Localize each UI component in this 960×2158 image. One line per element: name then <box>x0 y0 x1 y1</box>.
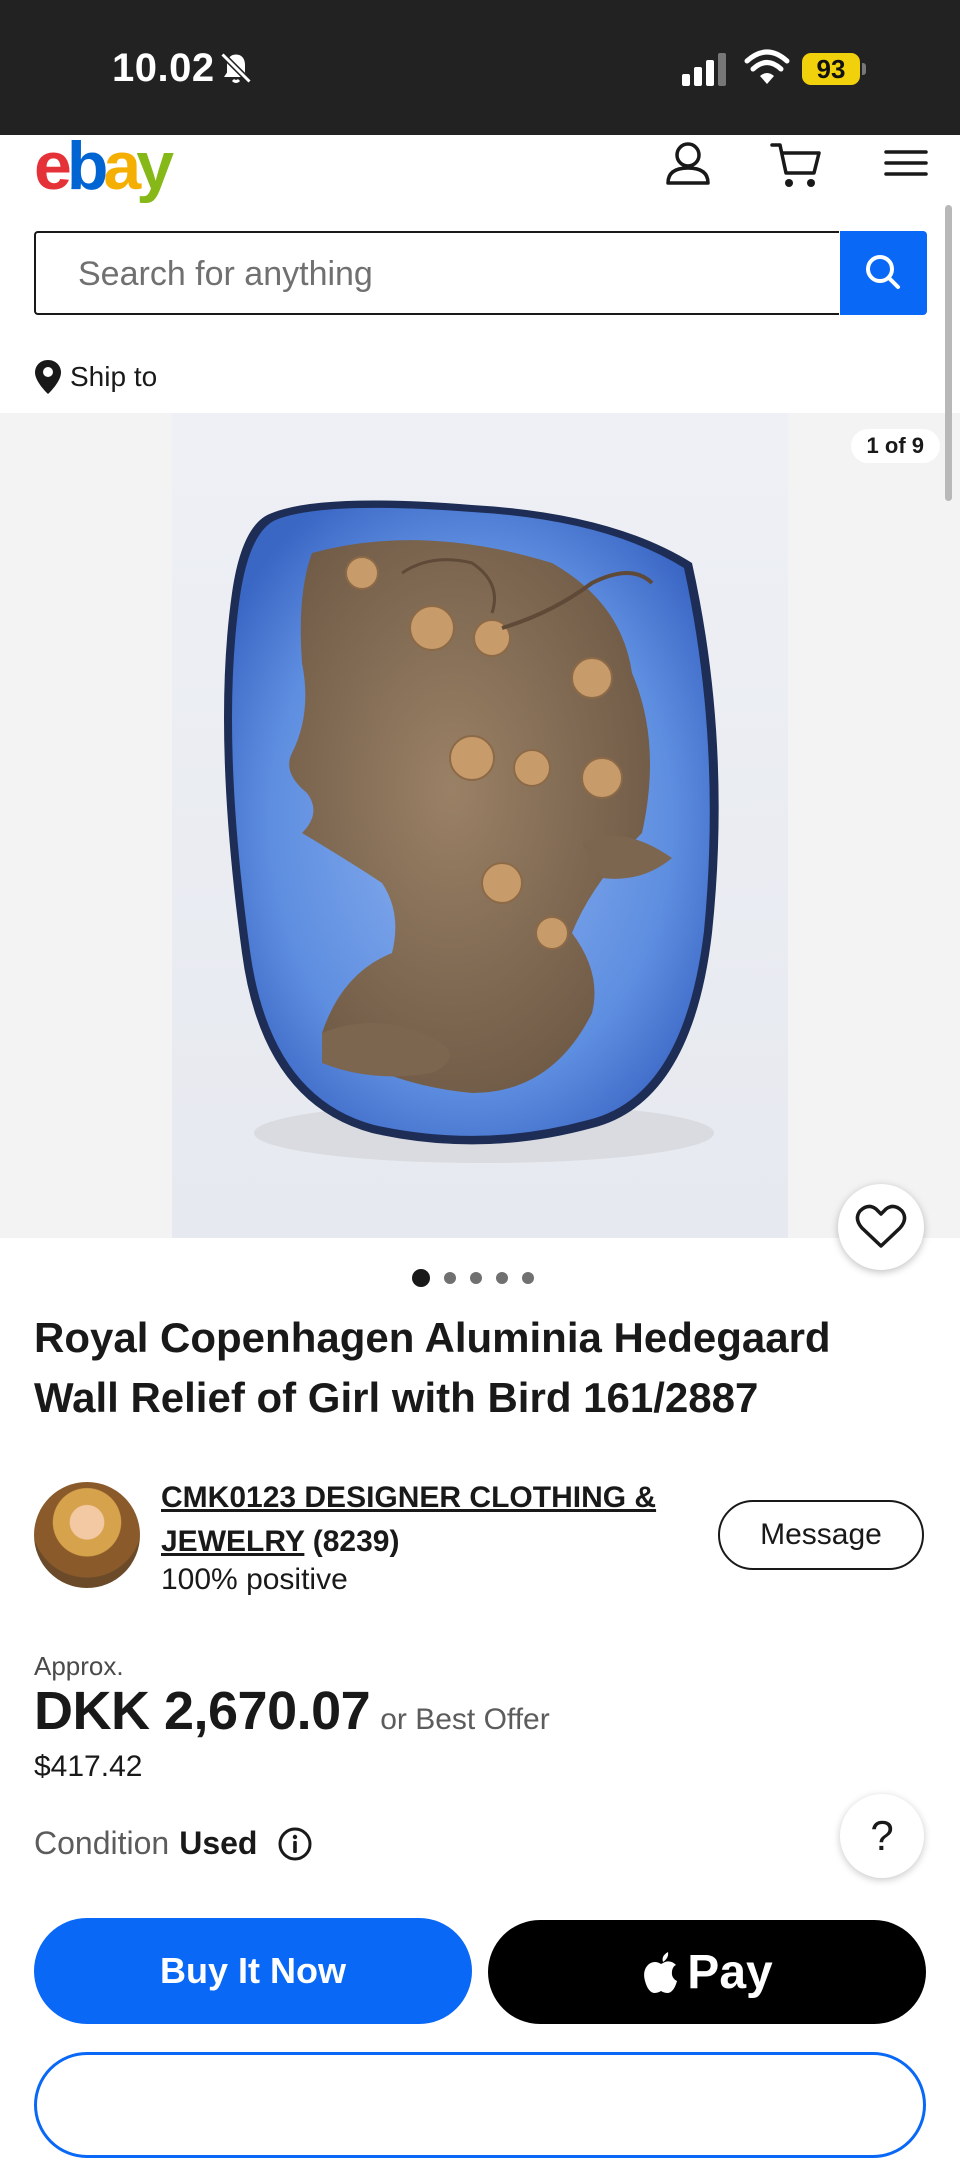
location-pin-icon <box>35 360 61 394</box>
best-offer-label: or Best Offer <box>380 1703 550 1736</box>
approx-label: Approx. <box>34 1651 124 1681</box>
seller-avatar[interactable] <box>34 1482 140 1588</box>
battery-level: 93 <box>802 53 860 85</box>
condition-row: Condition Used <box>34 1825 313 1862</box>
heart-icon <box>855 1204 907 1248</box>
seller-name-line2[interactable]: JEWELRY <box>161 1525 304 1558</box>
condition-value: Used <box>179 1825 258 1861</box>
price-row: DKK 2,670.07 or Best Offer <box>34 1680 550 1742</box>
pagination-dot[interactable] <box>522 1272 534 1284</box>
menu-icon[interactable] <box>876 135 936 195</box>
ebay-logo[interactable]: ebay <box>34 127 174 205</box>
gallery-pagination[interactable] <box>412 1269 534 1287</box>
condition-label: Condition <box>34 1825 170 1861</box>
search-button[interactable] <box>840 231 927 315</box>
apple-pay-button[interactable]: Pay <box>488 1920 926 2024</box>
seller-name-line1[interactable]: CMK0123 DESIGNER CLOTHING & <box>161 1481 656 1514</box>
add-to-cart-button[interactable] <box>34 2052 926 2158</box>
seller-feedback-count: (8239) <box>312 1525 400 1558</box>
account-icon[interactable] <box>658 135 718 195</box>
battery-icon: 93 <box>802 53 866 85</box>
message-seller-button[interactable]: Message <box>718 1500 924 1570</box>
wall-relief-image <box>224 500 719 1163</box>
pagination-dot[interactable] <box>412 1269 430 1287</box>
seller-positive: 100% positive <box>161 1563 348 1596</box>
ship-to[interactable]: Ship to <box>34 357 157 397</box>
search-input[interactable] <box>76 233 820 315</box>
header: ebay Ship to <box>0 128 960 413</box>
pagination-dot[interactable] <box>470 1272 482 1284</box>
price-usd: $417.42 <box>34 1750 143 1783</box>
apple-logo-icon <box>644 1952 678 1993</box>
status-time: 10.02 <box>112 46 215 90</box>
help-button[interactable]: ? <box>840 1794 924 1878</box>
watch-button[interactable] <box>838 1184 924 1270</box>
battery-tip <box>862 63 866 75</box>
buy-it-now-button[interactable]: Buy It Now <box>34 1918 472 2024</box>
bell-mute-icon <box>220 52 252 84</box>
cart-icon[interactable] <box>766 135 826 195</box>
pagination-dot[interactable] <box>496 1272 508 1284</box>
search-icon <box>866 255 900 289</box>
cell-signal-icon <box>682 53 726 86</box>
search-box <box>34 231 839 315</box>
ship-to-label: Ship to <box>70 361 158 392</box>
product-photo[interactable] <box>172 413 788 1238</box>
seller-name[interactable]: CMK0123 DESIGNER CLOTHING & JEWELRY (823… <box>161 1476 701 1564</box>
image-counter: 1 of 9 <box>850 429 940 463</box>
status-bar: 10.02 93 <box>0 0 960 135</box>
listing-title: Royal Copenhagen Aluminia Hedegaard Wall… <box>34 1314 831 1421</box>
image-gallery[interactable]: 1 of 9 <box>0 413 960 1238</box>
info-icon[interactable] <box>277 1826 313 1862</box>
apple-pay-label: Pay <box>687 1945 773 1999</box>
price-amount: DKK 2,670.07 <box>34 1681 371 1741</box>
page-scrollbar[interactable] <box>945 205 952 501</box>
pagination-dot[interactable] <box>444 1272 456 1284</box>
wifi-icon <box>744 49 790 84</box>
